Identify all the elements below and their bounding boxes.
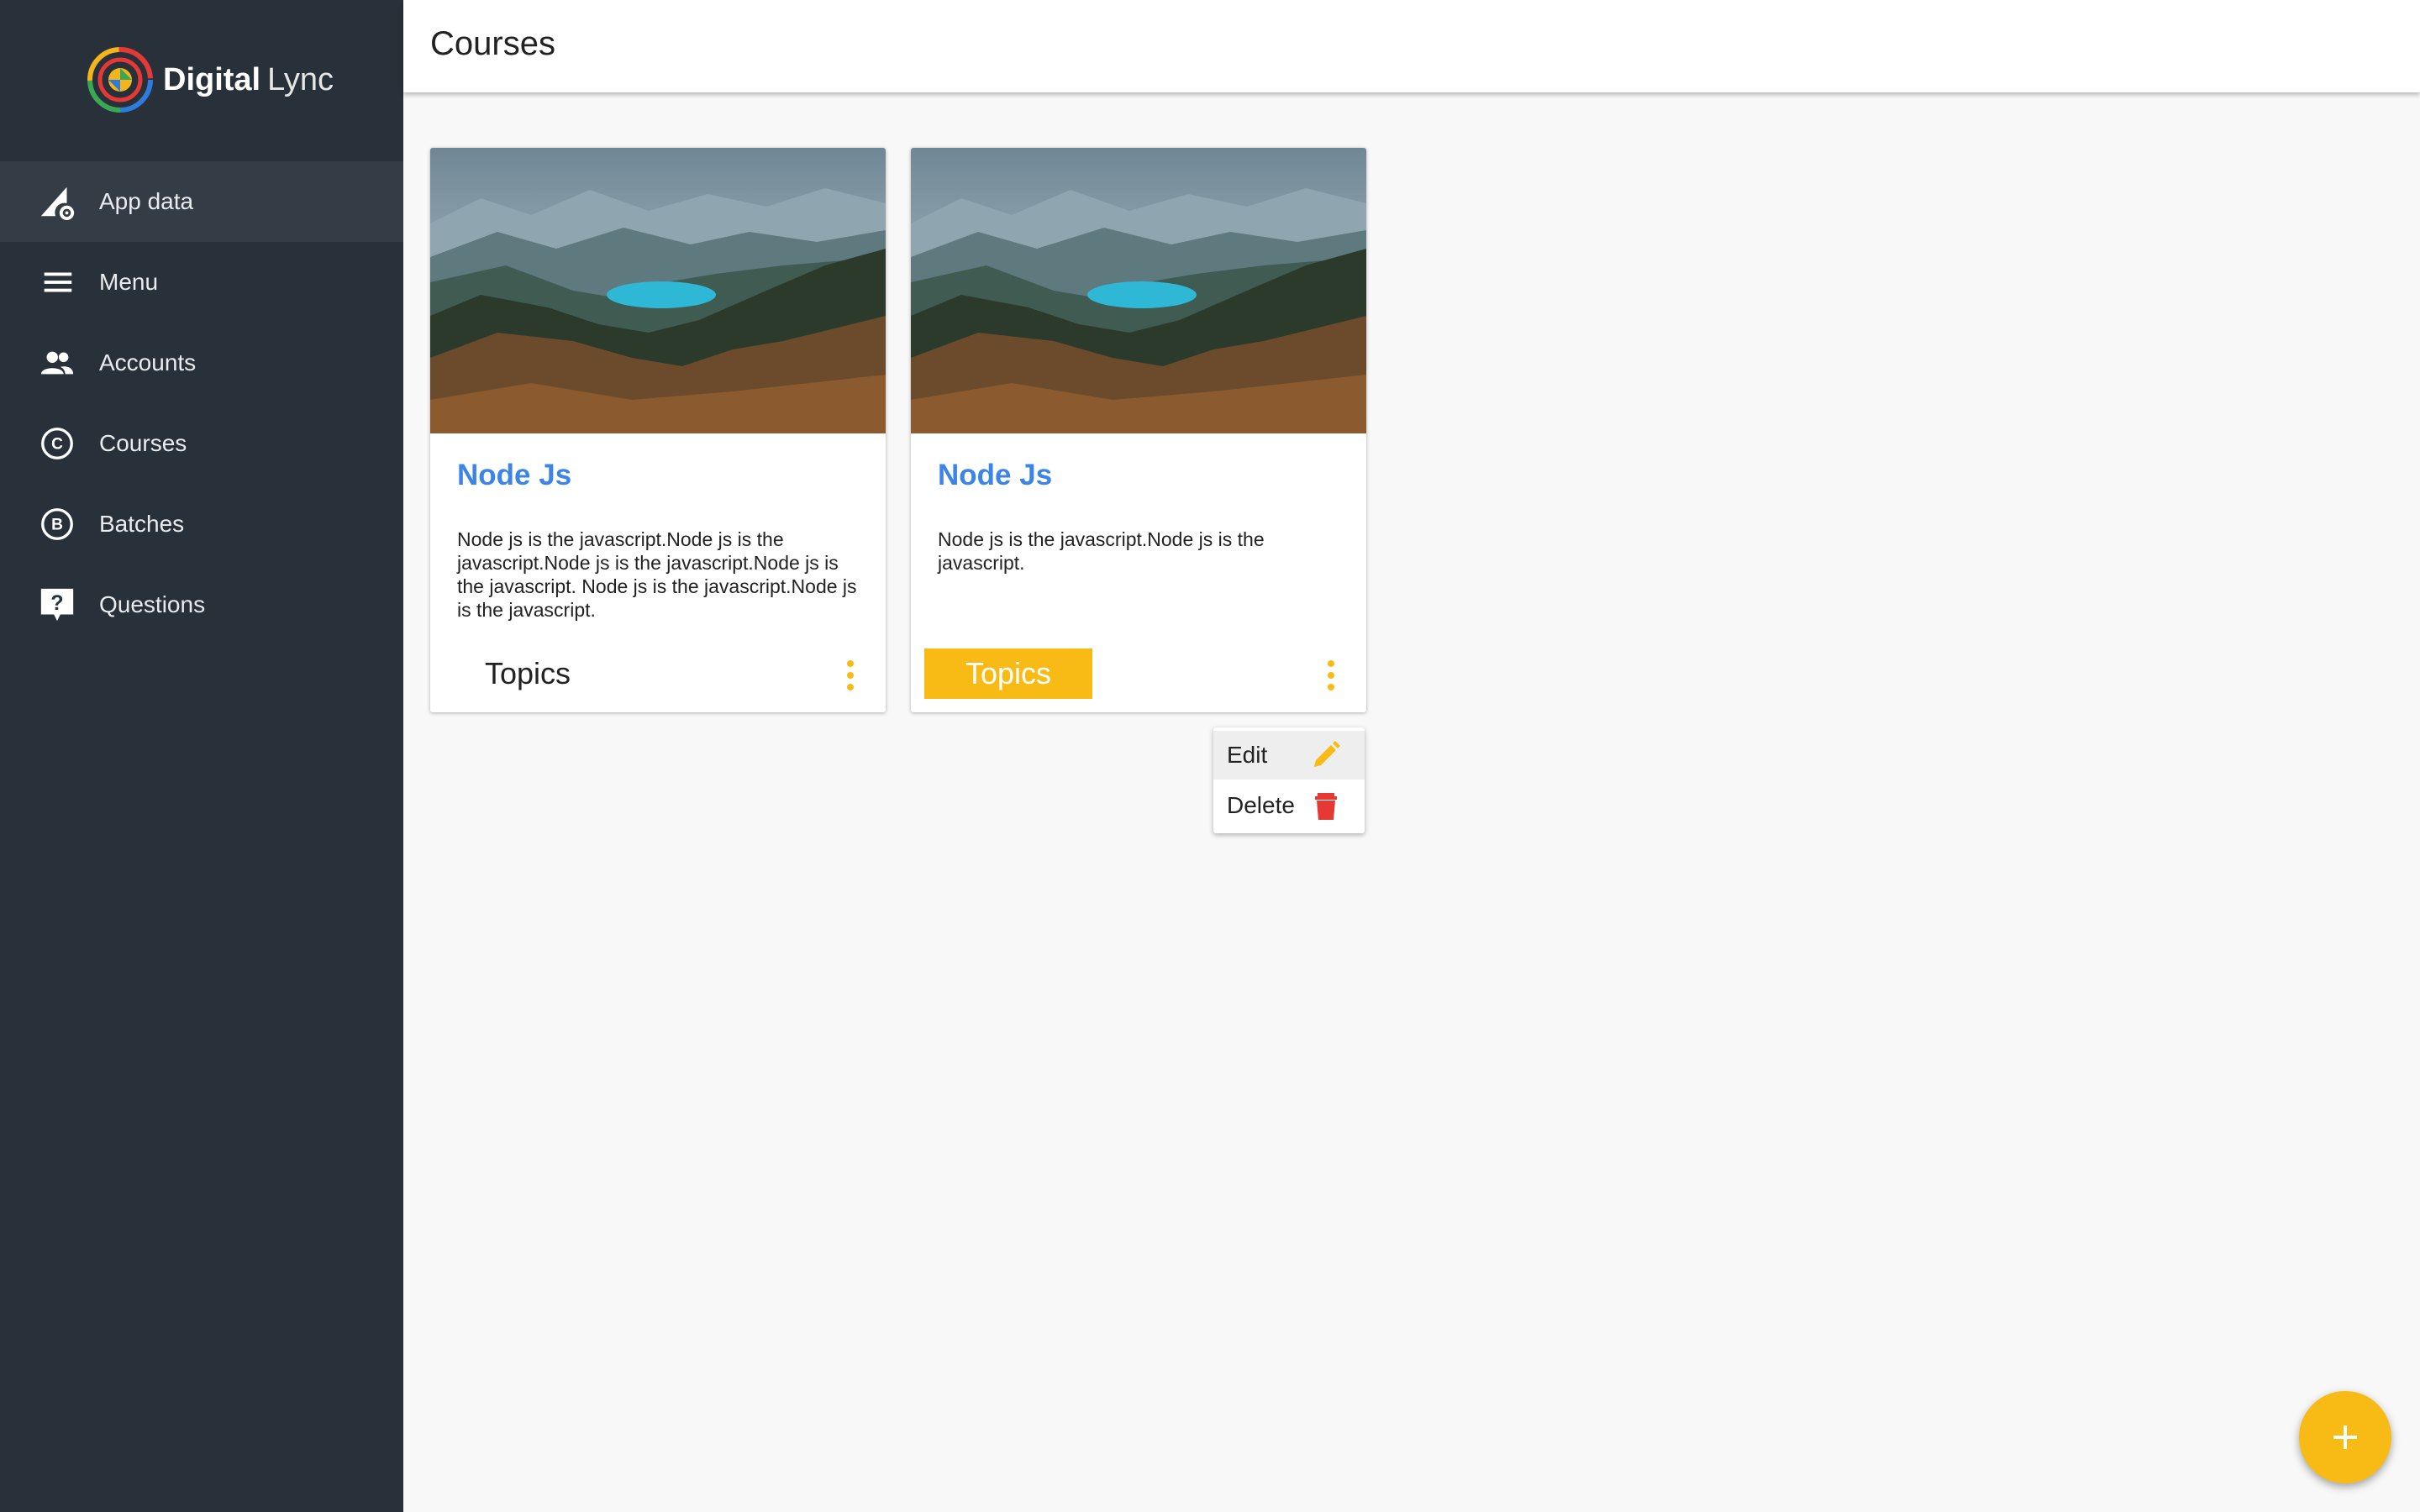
app-data-icon [37, 181, 77, 222]
sidebar: Digital Lync App data Menu Accounts C Co… [0, 0, 403, 1512]
top-header: Courses [403, 0, 2420, 92]
brand-name-bold: Digital [163, 61, 261, 97]
course-card[interactable]: Node Js Node js is the javascript.Node j… [911, 148, 1366, 712]
sidebar-item-label: Questions [99, 591, 206, 617]
svg-text:C: C [51, 436, 63, 454]
sidebar-item-accounts[interactable]: Accounts [0, 323, 403, 403]
course-image [430, 148, 886, 433]
menu-item-delete[interactable]: Delete [1213, 781, 1365, 830]
topics-button[interactable]: Topics [924, 648, 1092, 699]
sidebar-item-batches[interactable]: B Batches [0, 484, 403, 564]
sidebar-item-courses[interactable]: C Courses [0, 403, 403, 484]
logo-icon [87, 47, 153, 113]
sidebar-item-label: Menu [99, 269, 159, 295]
sidebar-item-app-data[interactable]: App data [0, 161, 403, 242]
svg-text:B: B [51, 517, 63, 534]
trash-icon [1307, 787, 1344, 824]
course-title: Node Js [457, 459, 572, 491]
more-vert-icon [1328, 660, 1334, 690]
brand-logo[interactable]: Digital Lync [86, 44, 334, 116]
menu-icon [37, 262, 77, 302]
sidebar-item-questions[interactable]: ? Questions [0, 564, 403, 645]
course-image [911, 148, 1366, 433]
menu-item-label: Delete [1227, 792, 1295, 818]
sidebar-nav: App data Menu Accounts C Courses B Batch… [0, 161, 403, 645]
more-options-button[interactable] [1314, 657, 1348, 694]
svg-text:?: ? [50, 591, 63, 615]
questions-icon: ? [37, 585, 77, 625]
page-title: Courses [430, 25, 555, 62]
course-title: Node Js [938, 459, 1053, 491]
topics-button[interactable]: Topics [444, 648, 612, 699]
card-options-menu: Edit Delete [1213, 727, 1365, 833]
sidebar-item-label: Accounts [99, 349, 197, 375]
more-vert-icon [847, 660, 854, 690]
courses-icon: C [37, 423, 77, 464]
menu-item-label: Edit [1227, 742, 1268, 768]
sidebar-item-label: Batches [99, 511, 185, 537]
course-card[interactable]: Node Js Node js is the javascript.Node j… [430, 148, 886, 712]
menu-item-edit[interactable]: Edit [1213, 731, 1365, 780]
brand-name-light: Lync [267, 61, 334, 97]
course-description: Node js is the javascript.Node js is the… [938, 528, 1265, 574]
sidebar-item-label: App data [99, 188, 194, 214]
sidebar-item-menu[interactable]: Menu [0, 242, 403, 323]
batches-icon: B [37, 504, 77, 544]
brand-name: Digital Lync [163, 62, 334, 98]
course-description: Node js is the javascript.Node js is the… [457, 528, 857, 621]
pencil-icon [1307, 737, 1344, 774]
sidebar-item-label: Courses [99, 430, 187, 456]
accounts-icon [37, 343, 77, 383]
more-options-button[interactable] [834, 657, 867, 694]
plus-icon [2333, 1425, 2357, 1449]
add-course-button[interactable] [2299, 1391, 2391, 1483]
